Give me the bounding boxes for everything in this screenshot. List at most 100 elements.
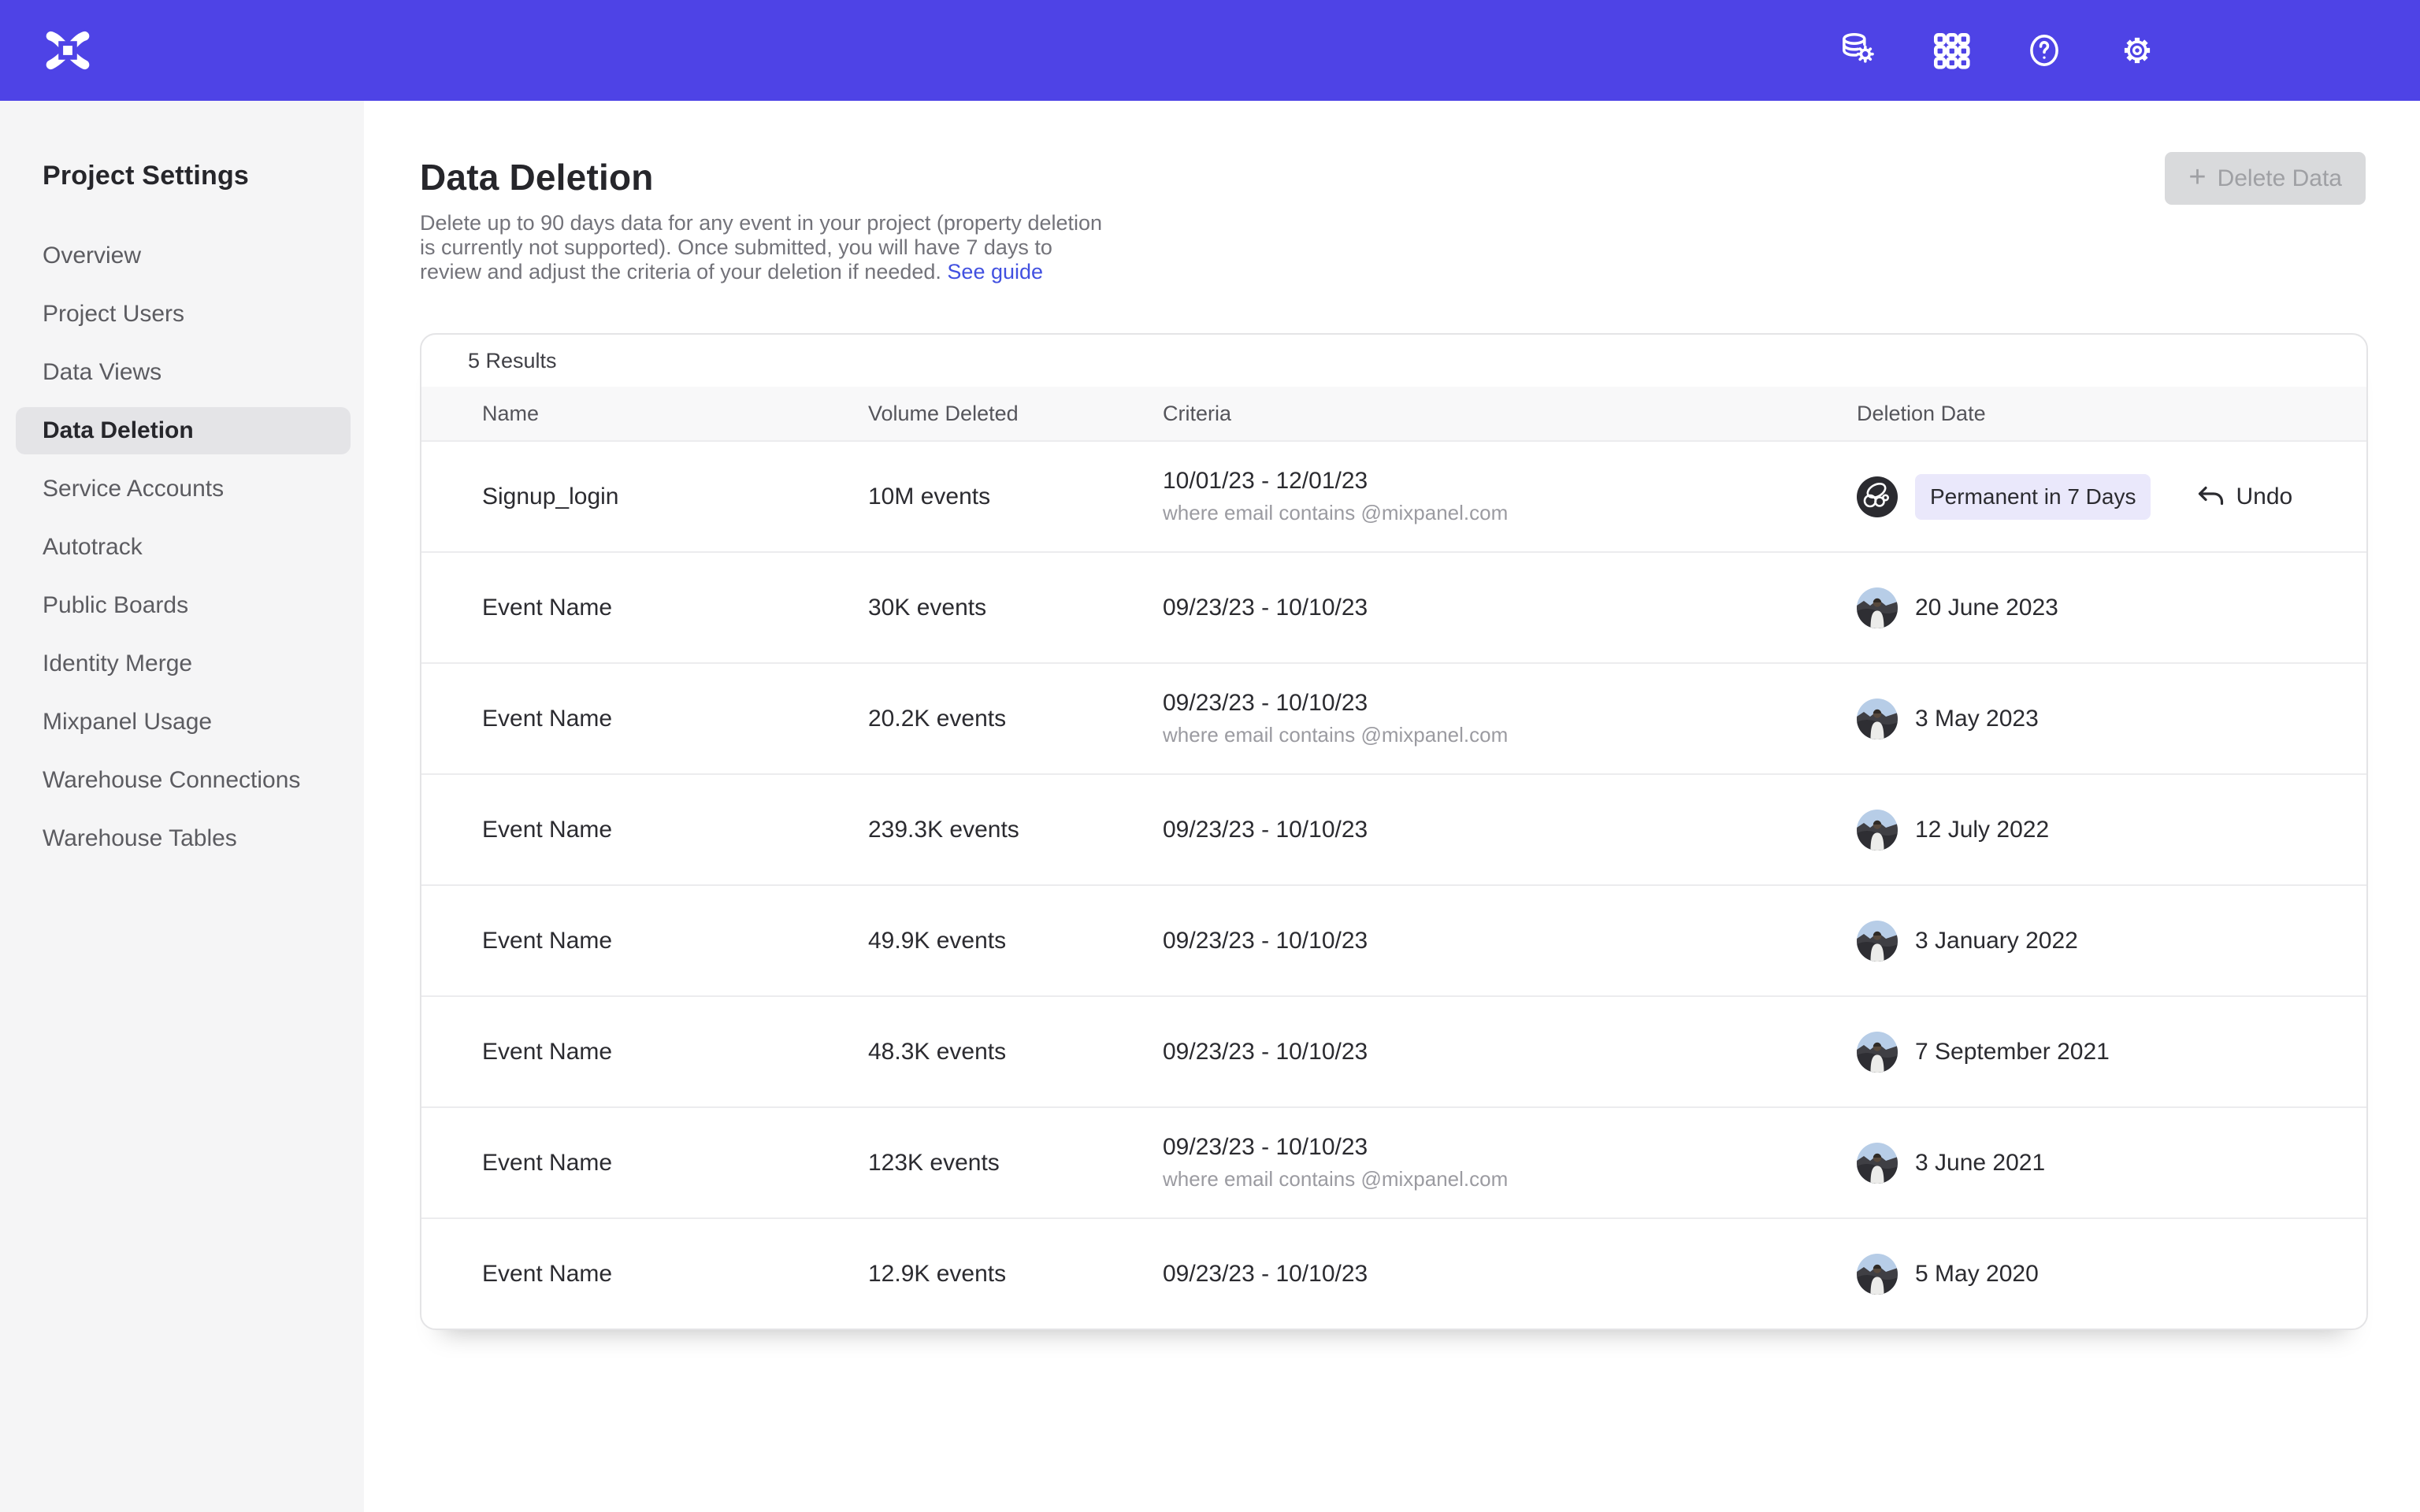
sidebar-item-label: Data Deletion: [43, 417, 194, 444]
main-content: Data Deletion Delete up to 90 days data …: [364, 101, 2420, 1512]
volume-deleted-cell: 10M events: [868, 484, 1163, 510]
sidebar-item-label: Project Users: [43, 301, 184, 328]
table-header-row: Name Volume Deleted Criteria Deletion Da…: [421, 387, 2366, 440]
criteria-filter: where email contains @mixpanel.com: [1163, 501, 1857, 525]
sidebar-item-label: Service Accounts: [43, 476, 224, 502]
table-row: Signup_login 10M events 10/01/23 - 12/01…: [421, 440, 2366, 551]
deletion-date-cell: 20 June 2023: [1857, 587, 2366, 628]
column-header-deletion-date: Deletion Date: [1857, 402, 2366, 426]
user-avatar: [1857, 921, 1898, 962]
deletion-date-cell: 7 September 2021: [1857, 1032, 2366, 1073]
volume-deleted-cell: 239.3K events: [868, 817, 1163, 843]
table-row: Event Name 20.2K events 09/23/23 - 10/10…: [421, 662, 2366, 773]
results-count: 5 Results: [421, 335, 2366, 387]
sidebar-item-label: Mixpanel Usage: [43, 709, 212, 736]
sidebar-item[interactable]: Project Users: [16, 291, 351, 338]
sidebar-item[interactable]: Public Boards: [16, 582, 351, 629]
table-row: Event Name 239.3K events 09/23/23 - 10/1…: [421, 773, 2366, 884]
criteria-filter: where email contains @mixpanel.com: [1163, 1167, 1857, 1191]
sidebar-item-label: Warehouse Tables: [43, 825, 237, 852]
sidebar-item[interactable]: Warehouse Tables: [16, 815, 351, 862]
status-badge: Permanent in 7 Days: [1915, 474, 2151, 520]
sidebar-item[interactable]: Autotrack: [16, 524, 351, 571]
sidebar-title: Project Settings: [43, 161, 364, 191]
apps-grid-icon[interactable]: [1930, 29, 1973, 72]
deletion-date-text: 5 May 2020: [1915, 1261, 2039, 1288]
sidebar-item-label: Identity Merge: [43, 650, 192, 677]
event-name-cell: Signup_login: [482, 484, 868, 510]
deletion-date-cell: 3 June 2021: [1857, 1143, 2366, 1184]
column-header-name: Name: [482, 402, 868, 426]
criteria-date-range: 09/23/23 - 10/10/23: [1163, 1261, 1857, 1288]
sidebar-item[interactable]: Warehouse Connections: [16, 757, 351, 804]
sidebar-item[interactable]: Identity Merge: [16, 640, 351, 687]
mixpanel-logo[interactable]: [44, 27, 91, 74]
user-avatar: [1857, 1032, 1898, 1073]
criteria-date-range: 09/23/23 - 10/10/23: [1163, 690, 1857, 717]
column-header-volume: Volume Deleted: [868, 402, 1163, 426]
sidebar-item[interactable]: Data Deletion: [16, 407, 351, 454]
table-body: Signup_login 10M events 10/01/23 - 12/01…: [421, 440, 2366, 1329]
deletion-date-text: 12 July 2022: [1915, 817, 2049, 843]
user-avatar: [1857, 587, 1898, 628]
criteria-cell: 09/23/23 - 10/10/23 where email contains…: [1163, 690, 1857, 747]
data-management-icon[interactable]: [1837, 29, 1880, 72]
delete-data-button[interactable]: + Delete Data: [2165, 152, 2366, 205]
sidebar-item[interactable]: Data Views: [16, 349, 351, 396]
sidebar-item[interactable]: Overview: [16, 232, 351, 280]
event-name-cell: Event Name: [482, 1039, 868, 1065]
criteria-date-range: 09/23/23 - 10/10/23: [1163, 1134, 1857, 1161]
criteria-date-range: 09/23/23 - 10/10/23: [1163, 928, 1857, 954]
criteria-filter: where email contains @mixpanel.com: [1163, 723, 1857, 747]
sidebar-item[interactable]: Service Accounts: [16, 465, 351, 513]
deletion-date-cell: 12 July 2022: [1857, 810, 2366, 850]
page-title: Data Deletion: [420, 156, 2420, 198]
user-avatar: [1857, 810, 1898, 850]
volume-deleted-cell: 48.3K events: [868, 1039, 1163, 1065]
criteria-cell: 09/23/23 - 10/10/23 where email contains…: [1163, 1134, 1857, 1191]
topbar-icon-group: [1837, 29, 2420, 72]
volume-deleted-cell: 30K events: [868, 595, 1163, 621]
deletion-date-cell: 5 May 2020: [1857, 1254, 2366, 1295]
event-name-cell: Event Name: [482, 1261, 868, 1288]
user-avatar: [1857, 699, 1898, 739]
table-row: Event Name 48.3K events 09/23/23 - 10/10…: [421, 995, 2366, 1106]
deletion-date-text: 20 June 2023: [1915, 595, 2058, 621]
sidebar: Project Settings Overview Project Users …: [0, 101, 364, 1512]
undo-button[interactable]: Undo: [2195, 481, 2292, 513]
sidebar-item-label: Overview: [43, 243, 141, 269]
help-icon[interactable]: [2023, 29, 2066, 72]
settings-icon[interactable]: [2116, 29, 2158, 72]
event-name-cell: Event Name: [482, 595, 868, 621]
table-row: Event Name 12.9K events 09/23/23 - 10/10…: [421, 1217, 2366, 1329]
deletion-date-text: 3 May 2023: [1915, 706, 2039, 732]
criteria-cell: 09/23/23 - 10/10/23: [1163, 595, 1857, 621]
user-avatar: [1857, 1254, 1898, 1295]
plus-icon: +: [2188, 162, 2206, 192]
sidebar-nav: Overview Project Users Data Views Data D…: [0, 232, 364, 862]
event-name-cell: Event Name: [482, 928, 868, 954]
sidebar-item[interactable]: Mixpanel Usage: [16, 699, 351, 746]
user-avatar: [1857, 476, 1898, 517]
criteria-cell: 10/01/23 - 12/01/23 where email contains…: [1163, 468, 1857, 525]
page-description: Delete up to 90 days data for any event …: [420, 211, 1116, 284]
top-bar: [0, 0, 2420, 101]
criteria-cell: 09/23/23 - 10/10/23: [1163, 1039, 1857, 1065]
criteria-cell: 09/23/23 - 10/10/23: [1163, 1261, 1857, 1288]
criteria-date-range: 09/23/23 - 10/10/23: [1163, 817, 1857, 843]
deletion-date-cell: Permanent in 7 Days Undo: [1857, 474, 2366, 520]
delete-data-button-label: Delete Data: [2218, 165, 2342, 192]
deletion-date-text: 3 June 2021: [1915, 1150, 2045, 1177]
criteria-cell: 09/23/23 - 10/10/23: [1163, 817, 1857, 843]
event-name-cell: Event Name: [482, 706, 868, 732]
criteria-date-range: 09/23/23 - 10/10/23: [1163, 1039, 1857, 1065]
deletion-date-cell: 3 January 2022: [1857, 921, 2366, 962]
volume-deleted-cell: 49.9K events: [868, 928, 1163, 954]
deletion-date-cell: 3 May 2023: [1857, 699, 2366, 739]
criteria-cell: 09/23/23 - 10/10/23: [1163, 928, 1857, 954]
table-row: Event Name 123K events 09/23/23 - 10/10/…: [421, 1106, 2366, 1217]
volume-deleted-cell: 123K events: [868, 1150, 1163, 1177]
sidebar-item-label: Warehouse Connections: [43, 767, 300, 794]
see-guide-link[interactable]: See guide: [947, 260, 1043, 284]
volume-deleted-cell: 12.9K events: [868, 1261, 1163, 1288]
